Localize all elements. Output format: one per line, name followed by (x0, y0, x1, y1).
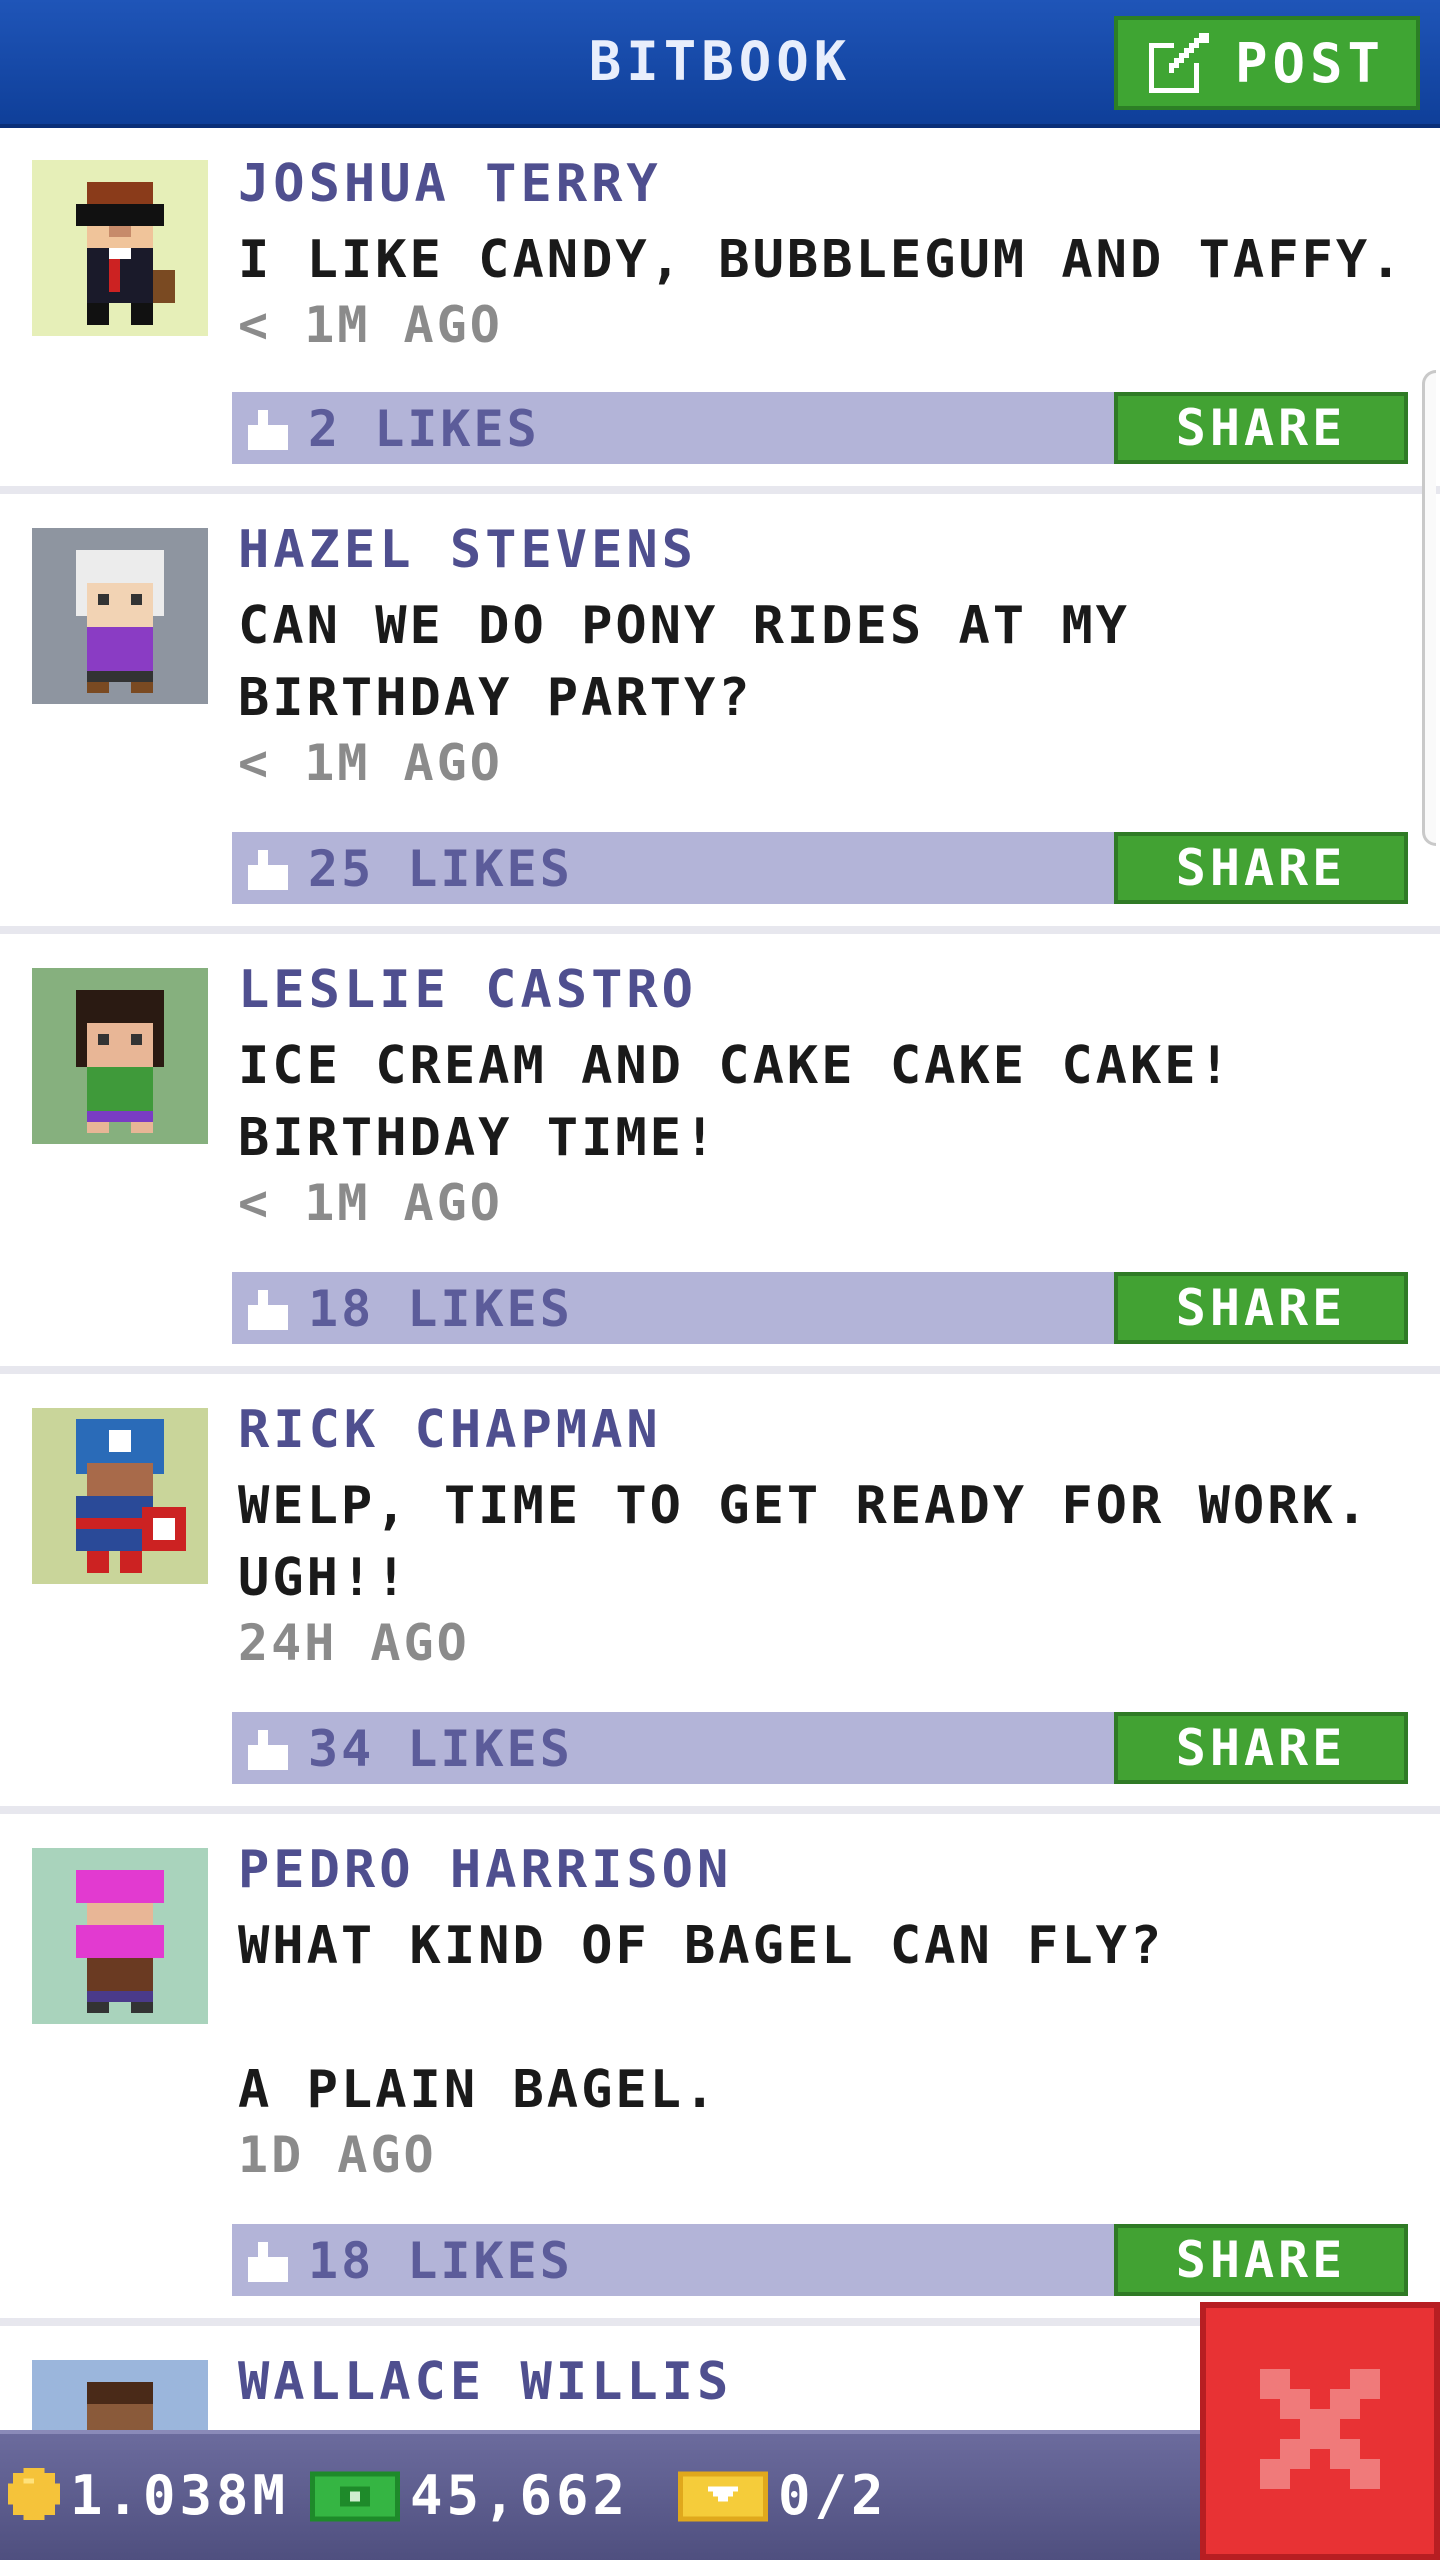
coin-icon (8, 2467, 60, 2524)
avatar[interactable] (32, 1848, 208, 2024)
tickets-value: 0/2 (778, 2464, 888, 2527)
post-time: < 1M AGO (238, 1174, 503, 1232)
tickets-stat: 0/2 (678, 2464, 888, 2527)
likes-bar: 18 LIKES SHARE (232, 1272, 1408, 1344)
thumbs-up-icon (248, 1290, 288, 1330)
thumbs-up-icon (248, 1730, 288, 1770)
thumbs-up-icon (248, 2242, 288, 2282)
coins-value: 1.038M (70, 2464, 290, 2527)
post-author: LESLIE CASTRO (238, 960, 697, 1020)
bux-value: 45,662 (410, 2464, 630, 2527)
post-author: JOSHUA TERRY (238, 154, 662, 214)
post-time: 24H AGO (238, 1614, 470, 1672)
likes-bar: 2 LIKES SHARE (232, 392, 1408, 464)
likes-bar: 25 LIKES SHARE (232, 832, 1408, 904)
post-button-label: POST (1234, 31, 1386, 95)
share-button[interactable]: SHARE (1114, 1272, 1408, 1344)
post-time: < 1M AGO (238, 734, 503, 792)
post-author: HAZEL STEVENS (238, 520, 697, 580)
avatar[interactable] (32, 1408, 208, 1584)
likes-count: 34 LIKES (308, 1720, 573, 1778)
thumbs-up-icon (248, 850, 288, 890)
avatar[interactable] (32, 528, 208, 704)
avatar[interactable] (32, 160, 208, 336)
post-text: CAN WE DO PONY RIDES AT MY BIRTHDAY PART… (238, 596, 1130, 728)
close-icon (1250, 2359, 1390, 2503)
post-item: RICK CHAPMAN WELP, TIME TO GET READY FOR… (0, 1374, 1440, 1814)
bux-stat: 45,662 (310, 2464, 629, 2527)
likes-bar: 18 LIKES SHARE (232, 2224, 1408, 2296)
compose-icon (1148, 33, 1209, 93)
post-time: 1D AGO (238, 2126, 437, 2184)
close-button[interactable] (1200, 2302, 1440, 2560)
avatar[interactable] (32, 968, 208, 1144)
post-text: WHAT KIND OF BAGEL CAN FLY? A PLAIN BAGE… (238, 1916, 1165, 2120)
top-bar: BITBOOK POST (0, 0, 1440, 128)
post-item: LESLIE CASTRO ICE CREAM AND CAKE CAKE CA… (0, 934, 1440, 1374)
likes-count: 18 LIKES (308, 2232, 573, 2290)
post-time: < 1M AGO (238, 296, 503, 354)
post-feed[interactable]: JOSHUA TERRY I LIKE CANDY, BUBBLEGUM AND… (0, 128, 1440, 2430)
coins-stat: 1.038M (8, 2464, 289, 2527)
post-author: WALLACE WILLIS (238, 2352, 733, 2412)
share-button[interactable]: SHARE (1114, 832, 1408, 904)
thumbs-up-icon (248, 410, 288, 450)
post-author: RICK CHAPMAN (238, 1400, 662, 1460)
share-button[interactable]: SHARE (1114, 2224, 1408, 2296)
post-author: PEDRO HARRISON (238, 1840, 733, 1900)
post-item: HAZEL STEVENS CAN WE DO PONY RIDES AT MY… (0, 494, 1440, 934)
avatar[interactable] (32, 2360, 208, 2430)
bux-icon (310, 2466, 400, 2526)
post-text: I LIKE CANDY, BUBBLEGUM AND TAFFY. (238, 230, 1405, 290)
post-button[interactable]: POST (1114, 16, 1420, 110)
scroll-indicator[interactable] (1422, 370, 1436, 846)
likes-bar: 34 LIKES SHARE (232, 1712, 1408, 1784)
share-button[interactable]: SHARE (1114, 392, 1408, 464)
likes-count: 25 LIKES (308, 840, 573, 898)
post-text: ICE CREAM AND CAKE CAKE CAKE! BIRTHDAY T… (238, 1036, 1233, 1168)
share-button[interactable]: SHARE (1114, 1712, 1408, 1784)
post-text: WELP, TIME TO GET READY FOR WORK. UGH!! (238, 1476, 1371, 1608)
post-item: PEDRO HARRISON WHAT KIND OF BAGEL CAN FL… (0, 1814, 1440, 2326)
post-item: JOSHUA TERRY I LIKE CANDY, BUBBLEGUM AND… (0, 128, 1440, 494)
ticket-icon (678, 2466, 768, 2526)
likes-count: 2 LIKES (308, 400, 540, 458)
likes-count: 18 LIKES (308, 1280, 573, 1338)
